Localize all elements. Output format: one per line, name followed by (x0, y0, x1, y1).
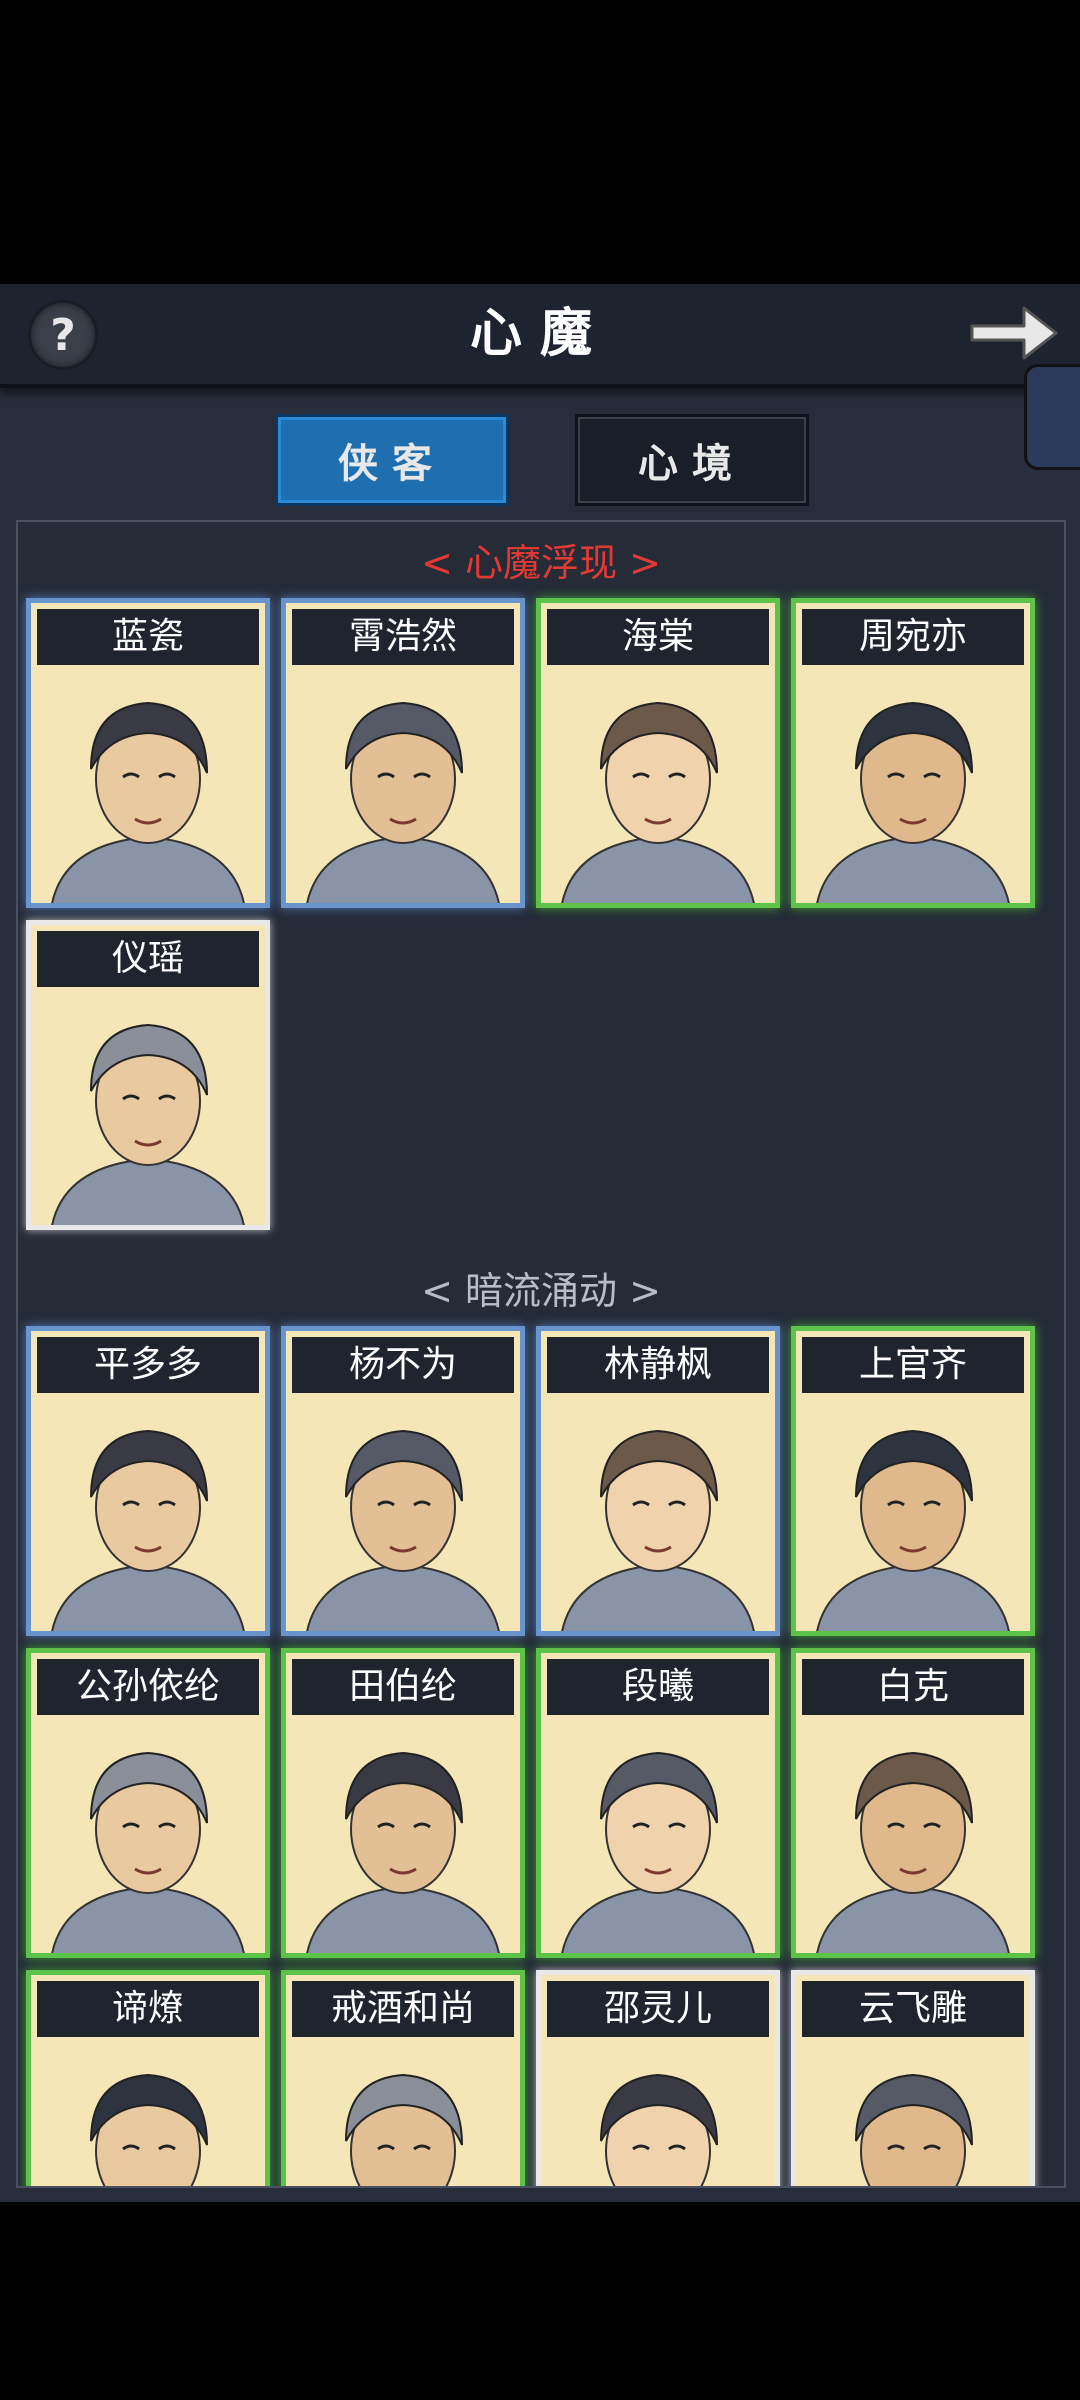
hero-portrait-image (816, 1751, 1010, 1953)
hero-card[interactable]: 段曦 (536, 1648, 780, 1958)
hero-name: 谛燎 (37, 1981, 259, 2037)
hero-card[interactable]: 田伯纶 (281, 1648, 525, 1958)
section-title-undercurrent: < 暗流涌动 > (421, 1269, 661, 1313)
hero-name: 海棠 (547, 609, 769, 665)
help-button[interactable]: ? (28, 300, 98, 370)
hero-name: 戒酒和尚 (292, 1981, 514, 2037)
hero-portrait-image (51, 1751, 245, 1953)
hero-name: 云飞雕 (802, 1981, 1024, 2037)
hero-portrait-image (306, 701, 500, 903)
question-mark-icon: ? (50, 309, 76, 361)
hero-card[interactable]: 云飞雕 (791, 1970, 1035, 2186)
hero-card[interactable]: 霄浩然 (281, 598, 525, 908)
hero-portrait-image (306, 1429, 500, 1631)
hero-card[interactable]: 仪瑶 (26, 920, 270, 1230)
hero-name: 周宛亦 (802, 609, 1024, 665)
hero-portrait-image (51, 1429, 245, 1631)
hero-portrait-image (561, 1429, 755, 1631)
hero-card[interactable]: 平多多 (26, 1326, 270, 1636)
tab-heroes-label: 侠客 (338, 440, 446, 487)
tab-bar: 侠客 心境 (0, 414, 1080, 506)
hero-name: 邵灵儿 (547, 1981, 769, 2037)
hero-list[interactable]: < 心魔浮现 > < 暗流涌动 > 蓝瓷 霄浩然 海棠 周宛亦仪瑶平多多 杨不为 林静枫上… (16, 520, 1066, 2188)
hero-name: 霄浩然 (292, 609, 514, 665)
hero-portrait-image (816, 701, 1010, 903)
main-panel: ? 心魔 侠客 心境 < 心魔浮现 > < 暗流涌动 > 蓝瓷 霄浩然 海棠 周宛亦仪… (0, 284, 1080, 2202)
hero-portrait-image (306, 1751, 500, 1953)
section-title-emerging: < 心魔浮现 > (421, 541, 661, 585)
hero-card[interactable]: 杨不为 (281, 1326, 525, 1636)
hero-card[interactable]: 海棠 (536, 598, 780, 908)
hero-portrait-image (561, 701, 755, 903)
hero-name: 蓝瓷 (37, 609, 259, 665)
hero-card[interactable]: 林静枫 (536, 1326, 780, 1636)
tab-heroes[interactable]: 侠客 (275, 414, 509, 506)
hero-name: 田伯纶 (292, 1659, 514, 1715)
tab-mind-state-label: 心境 (638, 440, 746, 487)
hero-card[interactable]: 公孙依纶 (26, 1648, 270, 1958)
hero-portrait-image (600, 2073, 718, 2186)
hero-card[interactable]: 上官齐 (791, 1326, 1035, 1636)
hero-card[interactable]: 周宛亦 (791, 598, 1035, 908)
hero-portrait-image (561, 1751, 755, 1953)
tab-mind-state[interactable]: 心境 (575, 414, 809, 506)
hero-card[interactable]: 蓝瓷 (26, 598, 270, 908)
hero-portrait-image (51, 1023, 245, 1225)
hero-card[interactable]: 戒酒和尚 (281, 1970, 525, 2186)
hero-portrait-image (816, 1429, 1010, 1631)
hero-card[interactable]: 谛燎 (26, 1970, 270, 2186)
hero-name: 平多多 (37, 1337, 259, 1393)
hero-portrait-image (51, 701, 245, 903)
hero-card[interactable]: 邵灵儿 (536, 1970, 780, 2186)
hero-card[interactable]: 白克 (791, 1648, 1035, 1958)
hero-portrait-image (345, 2073, 463, 2186)
arrow-right-icon[interactable] (966, 298, 1062, 368)
hero-portrait-image (855, 2073, 973, 2186)
header-bar: ? 心魔 (0, 284, 1080, 388)
hero-name: 林静枫 (547, 1337, 769, 1393)
hero-name: 段曦 (547, 1659, 769, 1715)
hero-name: 仪瑶 (37, 931, 259, 987)
hero-name: 上官齐 (802, 1337, 1024, 1393)
hero-portrait-image (90, 2073, 208, 2186)
hero-name: 白克 (802, 1659, 1024, 1715)
page-title: 心魔 (469, 303, 610, 364)
hero-name: 公孙依纶 (37, 1659, 259, 1715)
hero-name: 杨不为 (292, 1337, 514, 1393)
